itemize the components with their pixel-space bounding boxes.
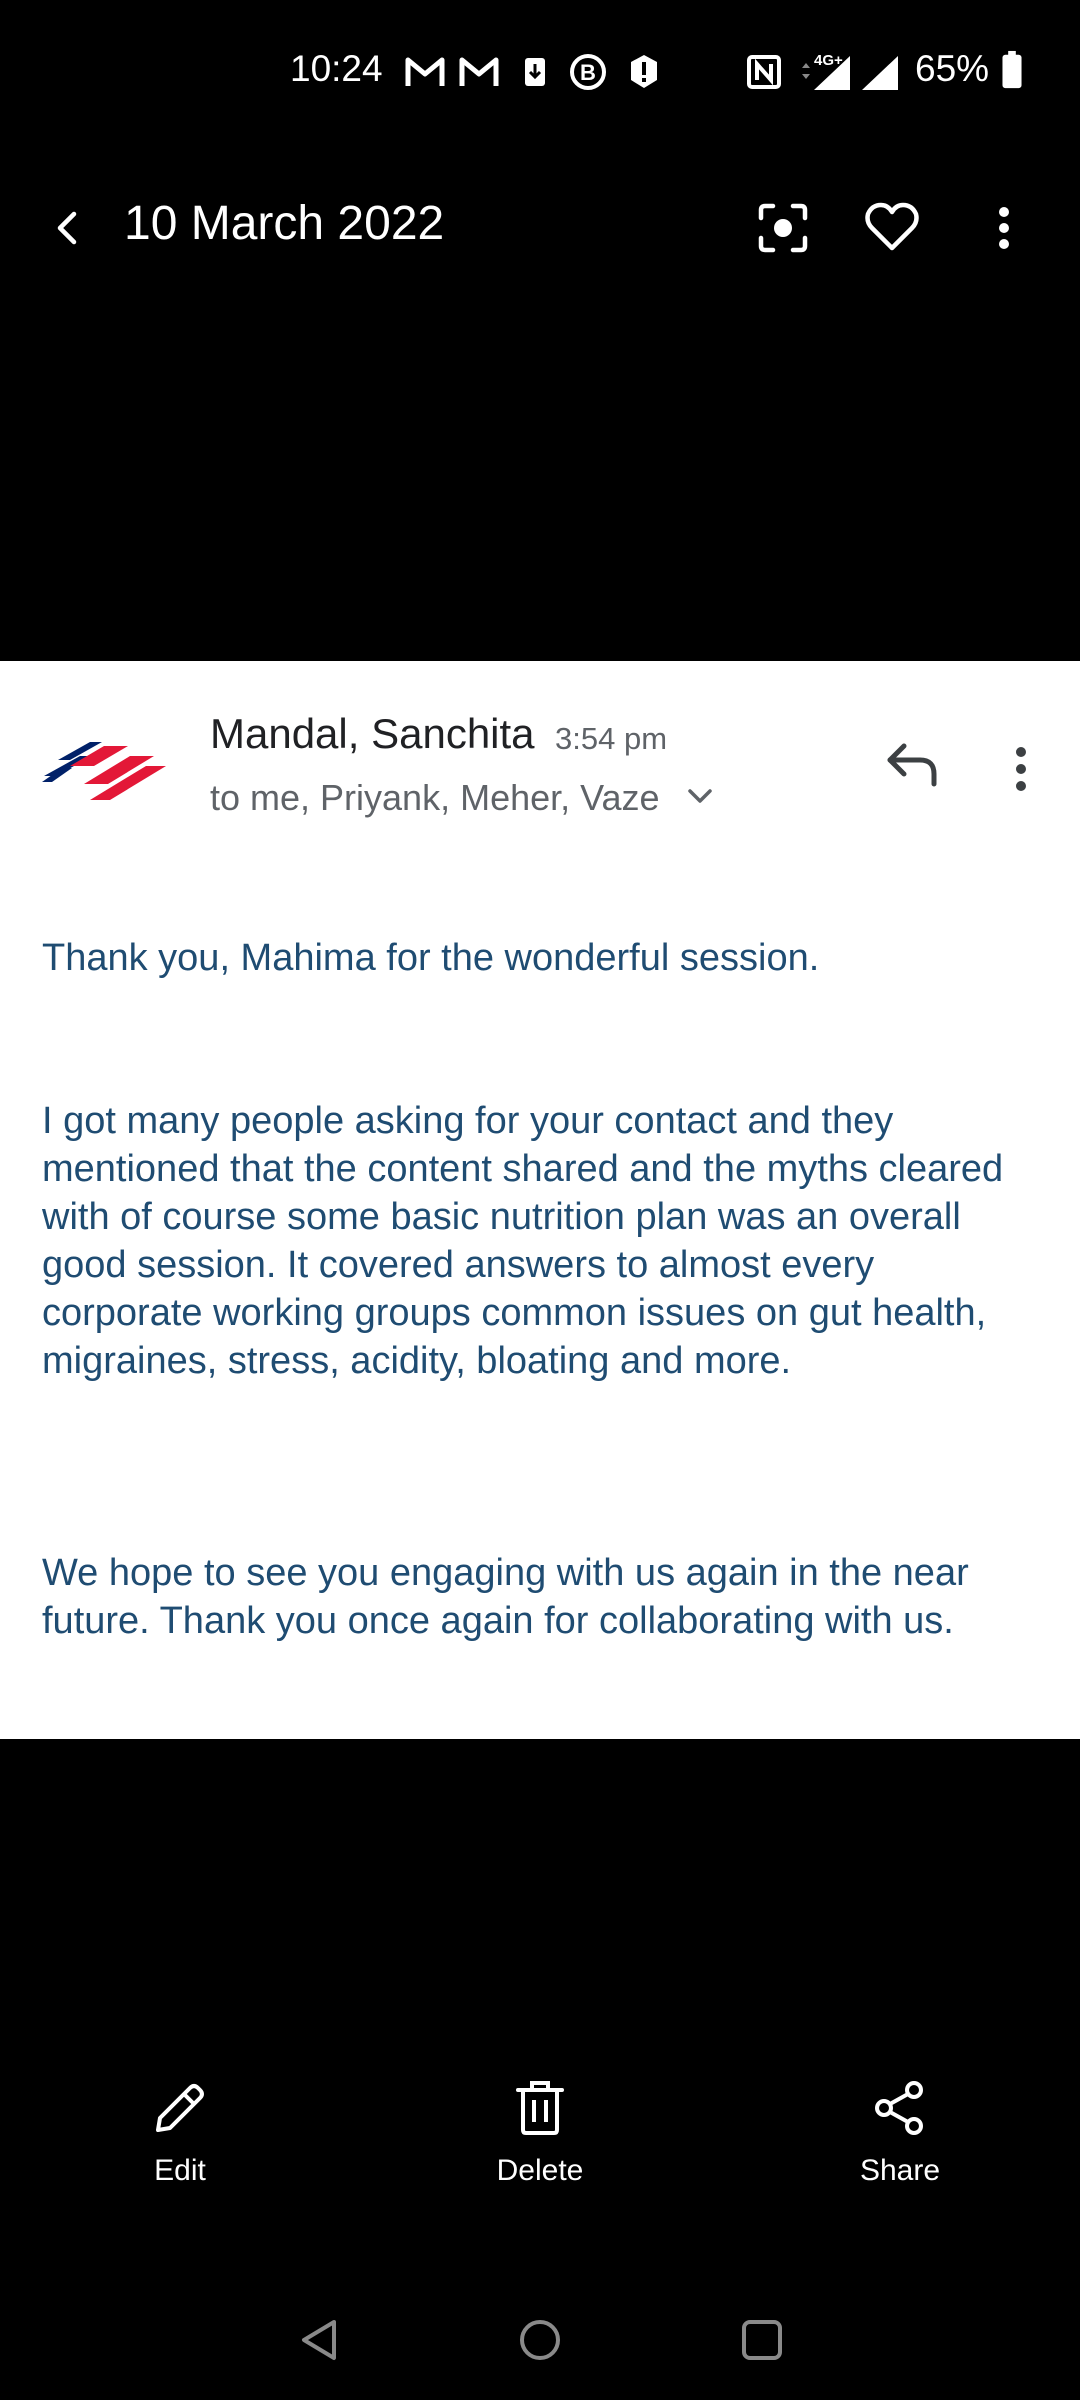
- edit-button[interactable]: Edit: [80, 2080, 280, 2210]
- heart-icon: [865, 202, 919, 251]
- email-more-icon: [1016, 747, 1026, 791]
- trash-icon: [516, 2081, 564, 2135]
- status-time: 10:24: [290, 48, 383, 89]
- svg-text:B: B: [580, 60, 596, 85]
- share-button[interactable]: Share: [800, 2080, 1000, 2210]
- battery-icon: [1002, 50, 1022, 89]
- back-arrow-icon: [57, 211, 77, 245]
- nav-back-button[interactable]: [270, 2300, 370, 2380]
- more-options-button[interactable]: [964, 188, 1044, 268]
- pencil-icon: [156, 2084, 204, 2132]
- email-paragraph: We hope to see you engaging with us agai…: [42, 1552, 969, 1642]
- gmail-icon: [405, 57, 445, 86]
- reply-icon: [887, 743, 937, 787]
- delete-label: Delete: [496, 2154, 584, 2187]
- roaming-label: R: [886, 72, 897, 89]
- nav-home-icon: [520, 2320, 560, 2360]
- nav-back-icon: [302, 2320, 336, 2360]
- chevron-down-icon: [688, 789, 712, 803]
- download-icon: [525, 58, 545, 86]
- photo-date-title: 10 March 2022: [124, 197, 445, 250]
- status-bar: 10:24 B 4G+ R 65%: [0, 0, 1080, 140]
- share-label: Share: [859, 2154, 941, 2187]
- nfc-icon: [747, 55, 781, 89]
- share-icon: [875, 2081, 923, 2135]
- more-vert-icon: [999, 207, 1009, 249]
- battery-percentage: 65%: [915, 48, 990, 89]
- email-time: 3:54 pm: [555, 721, 668, 756]
- b-app-icon: B: [570, 54, 606, 90]
- edit-label: Edit: [154, 2154, 206, 2187]
- bank-logo-icon: [42, 742, 166, 800]
- gmail-icon: [459, 57, 499, 86]
- lens-scan-icon: [758, 203, 808, 253]
- recipients: to me, Priyank, Meher, Vaze: [210, 777, 660, 818]
- alert-icon: [631, 55, 657, 88]
- lens-scan-button[interactable]: [743, 188, 823, 268]
- favorite-button[interactable]: [852, 188, 932, 268]
- back-button[interactable]: [28, 188, 108, 268]
- nav-home-button[interactable]: [490, 2300, 590, 2380]
- email-paragraph: Thank you, Mahima for the wonderful sess…: [42, 937, 820, 979]
- network-type-label: 4G+: [814, 52, 843, 69]
- nav-recents-icon: [742, 2320, 782, 2360]
- email-paragraph: I got many people asking for your contac…: [42, 1100, 1004, 1382]
- nav-recents-button[interactable]: [712, 2300, 812, 2380]
- sender-name: Mandal, Sanchita: [210, 710, 535, 757]
- delete-button[interactable]: Delete: [440, 2080, 640, 2210]
